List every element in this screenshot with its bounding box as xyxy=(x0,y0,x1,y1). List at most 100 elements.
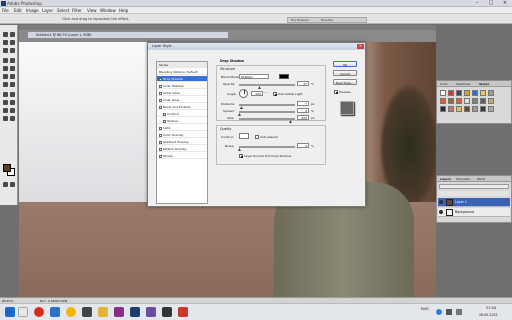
close-icon[interactable]: × xyxy=(498,0,512,7)
word-icon[interactable] xyxy=(50,307,60,317)
dialog-close-icon[interactable]: × xyxy=(357,44,364,49)
app-icon[interactable] xyxy=(178,307,188,317)
foreground-color-swatch[interactable] xyxy=(3,164,11,172)
menu-file[interactable]: File xyxy=(2,8,9,13)
style-swatch[interactable] xyxy=(480,98,486,104)
ok-button[interactable]: OK xyxy=(333,61,357,67)
opacity-slider[interactable] xyxy=(239,84,295,86)
menu-help[interactable]: Help xyxy=(119,8,128,13)
style-item-stroke[interactable]: Stroke xyxy=(157,153,207,159)
spread-slider[interactable] xyxy=(239,111,295,113)
style-swatch[interactable] xyxy=(448,90,454,96)
checkbox-icon[interactable] xyxy=(159,147,162,151)
style-swatch[interactable] xyxy=(488,106,494,112)
styles-list-header[interactable]: Styles xyxy=(157,62,207,68)
spread-field[interactable]: 0 xyxy=(297,108,309,113)
style-item-satin[interactable]: Satin xyxy=(157,125,207,131)
style-swatch[interactable] xyxy=(448,98,454,104)
start-icon[interactable] xyxy=(5,307,15,317)
checkbox-icon[interactable] xyxy=(159,98,162,102)
global-light-checkbox[interactable] xyxy=(273,92,277,96)
brush-tool-icon[interactable] xyxy=(9,57,16,64)
app-icon[interactable] xyxy=(114,307,124,317)
menu-select[interactable]: Select xyxy=(57,8,69,13)
style-item-inner-glow[interactable]: Inner Glow xyxy=(157,97,207,103)
screen-mode-icon[interactable] xyxy=(9,181,16,188)
style-swatch[interactable] xyxy=(488,90,494,96)
layer-row-background[interactable]: Background xyxy=(438,208,510,217)
dodge-tool-icon[interactable] xyxy=(9,81,16,88)
style-swatch[interactable] xyxy=(472,106,478,112)
style-item-drop-shadow[interactable]: Drop Shadow xyxy=(157,76,207,82)
style-swatch[interactable] xyxy=(456,106,462,112)
menu-filter[interactable]: Filter xyxy=(72,8,82,13)
tab-channels[interactable]: Channels xyxy=(456,176,470,182)
clock-time[interactable]: 21:04 xyxy=(486,306,496,310)
folder-icon[interactable] xyxy=(98,307,108,317)
blend-mode-select[interactable]: Multiply xyxy=(239,74,269,79)
tab-brushes[interactable]: Brushes xyxy=(321,18,333,23)
healing-brush-tool-icon[interactable] xyxy=(2,57,9,64)
network-icon[interactable] xyxy=(436,309,442,315)
style-item-gradient-overlay[interactable]: Gradient Overlay xyxy=(157,139,207,145)
checkbox-icon[interactable] xyxy=(159,77,162,81)
zoom-tool-icon[interactable] xyxy=(9,115,16,122)
style-swatch[interactable] xyxy=(456,98,462,104)
menu-edit[interactable]: Edit xyxy=(14,8,22,13)
notes-tool-icon[interactable] xyxy=(2,107,9,114)
style-swatch[interactable] xyxy=(464,90,470,96)
style-swatch[interactable] xyxy=(456,90,462,96)
pen-tool-icon[interactable] xyxy=(2,99,9,106)
contour-picker[interactable] xyxy=(239,133,249,139)
distance-slider[interactable] xyxy=(239,104,295,106)
size-slider-handle[interactable] xyxy=(289,120,292,123)
style-item-color-overlay[interactable]: Color Overlay xyxy=(157,132,207,138)
new-style-button[interactable]: New Style... xyxy=(333,79,357,85)
distance-field[interactable]: 7 xyxy=(297,101,309,106)
tab-paths[interactable]: Paths xyxy=(477,176,485,182)
style-swatch[interactable] xyxy=(472,98,478,104)
eraser-tool-icon[interactable] xyxy=(2,73,9,80)
layer-row-layer-1[interactable]: Layer 1 xyxy=(438,198,510,207)
checkbox-icon[interactable] xyxy=(163,119,166,123)
checkbox-icon[interactable] xyxy=(159,126,162,130)
eyedropper-tool-icon[interactable] xyxy=(9,107,16,114)
history-brush-tool-icon[interactable] xyxy=(9,65,16,72)
slice-tool-icon[interactable] xyxy=(9,47,16,54)
app-icon[interactable] xyxy=(146,307,156,317)
menu-image[interactable]: Image xyxy=(26,8,39,13)
noise-slider-handle[interactable] xyxy=(238,148,241,151)
distance-slider-handle[interactable] xyxy=(240,106,243,109)
quick-mask-icon[interactable] xyxy=(2,181,9,188)
style-item-texture[interactable]: Texture xyxy=(157,118,207,124)
maximize-icon[interactable]: □ xyxy=(484,0,498,7)
size-field[interactable]: 222 xyxy=(297,115,309,120)
search-icon[interactable] xyxy=(18,307,28,317)
minimize-icon[interactable]: – xyxy=(470,0,484,7)
angle-field[interactable]: 120 xyxy=(251,91,263,96)
knockout-checkbox[interactable] xyxy=(239,154,243,158)
volume-icon[interactable] xyxy=(446,309,452,315)
layer-blend-select[interactable] xyxy=(439,184,509,189)
opacity-field[interactable]: 37 xyxy=(297,81,309,86)
style-item-contour[interactable]: Contour xyxy=(157,111,207,117)
checkbox-icon[interactable] xyxy=(159,105,162,109)
style-swatch[interactable] xyxy=(440,98,446,104)
tab-file-browser[interactable]: File Browser xyxy=(291,18,309,23)
tab-styles[interactable]: Styles xyxy=(479,81,489,87)
shadow-color-swatch[interactable] xyxy=(279,74,289,79)
hand-tool-icon[interactable] xyxy=(2,115,9,122)
menu-layer[interactable]: Layer xyxy=(42,8,53,13)
anti-aliased-checkbox[interactable] xyxy=(255,135,259,139)
tab-layers[interactable]: Layers xyxy=(440,176,451,182)
style-swatch[interactable] xyxy=(480,106,486,112)
opacity-slider-handle[interactable] xyxy=(258,86,261,89)
checkbox-icon[interactable] xyxy=(163,112,166,116)
tab-color[interactable]: Color xyxy=(440,81,448,87)
style-swatch[interactable] xyxy=(480,90,486,96)
app-icon[interactable] xyxy=(162,307,172,317)
noise-field[interactable]: 0 xyxy=(297,143,309,148)
preview-checkbox[interactable] xyxy=(334,90,338,94)
clone-stamp-tool-icon[interactable] xyxy=(2,65,9,72)
crop-tool-icon[interactable] xyxy=(2,47,9,54)
